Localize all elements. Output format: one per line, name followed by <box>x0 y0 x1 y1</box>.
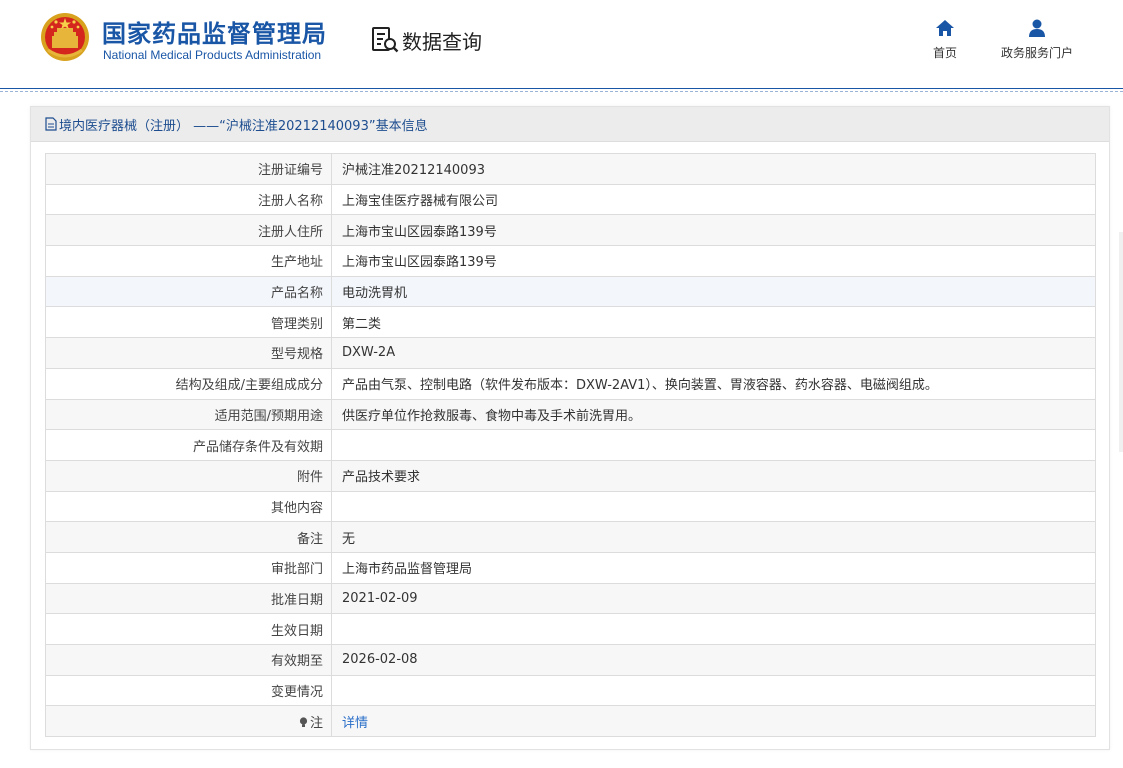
org-name-cn: 国家药品监督管理局 <box>102 20 327 48</box>
row-value: 电动洗胃机 <box>331 275 1096 308</box>
table-row: 产品名称 电动洗胃机 <box>45 275 1096 308</box>
row-label: 注 <box>309 715 323 731</box>
table-row: 其他内容 <box>45 490 1096 523</box>
table-row: 注册人住所 上海市宝山区园泰路139号 <box>45 214 1096 247</box>
table-row: 注册人名称 上海宝佳医疗器械有限公司 <box>45 183 1096 216</box>
row-value: 产品技术要求 <box>331 459 1096 492</box>
row-label: 备注 <box>45 521 332 553</box>
table-row: 审批部门 上海市药品监督管理局 <box>45 551 1096 584</box>
nav-service-portal-label: 政务服务门户 <box>1000 46 1073 60</box>
row-label: 型号规格 <box>45 337 332 369</box>
row-label: 生效日期 <box>45 613 332 645</box>
table-row: 管理类别 第二类 <box>45 306 1096 339</box>
row-label: 生产地址 <box>45 245 332 277</box>
row-label: 变更情况 <box>45 674 332 707</box>
table-row: 适用范围/预期用途 供医疗单位作抢救服毒、食物中毒及手术前洗胃用。 <box>45 398 1096 431</box>
panel-header: 境内医疗器械（注册） ——“沪械注准20212140093”基本信息 <box>31 107 1109 142</box>
table-row: 产品储存条件及有效期 <box>45 429 1096 461</box>
table-row: 型号规格 DXW-2A <box>45 337 1096 369</box>
row-value: 上海宝佳医疗器械有限公司 <box>331 183 1096 216</box>
nav-home-label: 首页 <box>932 46 957 60</box>
home-icon <box>936 20 954 36</box>
row-value: 2026-02-08 <box>331 644 1096 676</box>
row-label: 注册证编号 <box>45 153 332 185</box>
row-value <box>331 490 1096 523</box>
table-row: 注册证编号 沪械注准20212140093 <box>45 153 1096 185</box>
row-value: 产品由气泵、控制电路（软件发布版本：DXW-2AV1）、换向装置、胃液容器、药水… <box>331 367 1096 400</box>
detail-panel: 境内医疗器械（注册） ——“沪械注准20212140093”基本信息 注册证编号… <box>30 106 1110 750</box>
row-value: 上海市宝山区园泰路139号 <box>331 214 1096 247</box>
row-label: 注册人住所 <box>45 214 332 247</box>
site-header: 国家药品监督管理局 National Medical Products Admi… <box>0 0 1123 88</box>
document-icon <box>45 117 57 131</box>
row-value: 供医疗单位作抢救服毒、食物中毒及手术前洗胃用。 <box>331 398 1096 431</box>
row-value: 2021-02-09 <box>331 582 1096 615</box>
panel-title: 境内医疗器械（注册） ——“沪械注准20212140093”基本信息 <box>59 118 428 134</box>
scrollbar[interactable] <box>1119 232 1123 452</box>
row-value: DXW-2A <box>331 337 1096 369</box>
row-label: 批准日期 <box>45 582 332 615</box>
row-label: 附件 <box>45 459 332 492</box>
details-link[interactable]: 详情 <box>342 716 368 731</box>
row-label: 有效期至 <box>45 644 332 676</box>
row-value: 上海市宝山区园泰路139号 <box>331 245 1096 277</box>
table-row: 变更情况 <box>45 674 1096 707</box>
data-query-heading: 数据查询 <box>370 24 482 56</box>
row-label: 适用范围/预期用途 <box>45 398 332 431</box>
row-value: 沪械注准20212140093 <box>331 153 1096 185</box>
nav-home[interactable]: 首页 <box>924 18 966 61</box>
note-label-cell: 注 <box>45 705 332 738</box>
row-value: 第二类 <box>331 306 1096 339</box>
header-divider <box>0 88 1123 89</box>
row-label: 审批部门 <box>45 551 332 584</box>
row-label: 结构及组成/主要组成成分 <box>45 367 332 400</box>
info-table: 注册证编号 沪械注准20212140093 注册人名称 上海宝佳医疗器械有限公司 注… <box>45 153 1096 738</box>
user-icon <box>1029 19 1045 37</box>
row-label: 其他内容 <box>45 490 332 523</box>
row-value <box>331 613 1096 645</box>
row-value <box>331 429 1096 461</box>
org-name-en: National Medical Products Administration <box>103 48 322 62</box>
row-label: 产品名称 <box>45 275 332 308</box>
table-row: 备注无 <box>45 521 1096 553</box>
national-emblem-icon <box>41 13 89 61</box>
row-label: 产品储存条件及有效期 <box>45 429 332 461</box>
table-row: 结构及组成/主要组成成分 产品由气泵、控制电路（软件发布版本：DXW-2AV1）、… <box>45 367 1096 400</box>
lightbulb-icon <box>299 717 308 727</box>
table-row: 生产地址 上海市宝山区园泰路139号 <box>45 245 1096 277</box>
nav-service-portal[interactable]: 政务服务门户 <box>992 18 1082 61</box>
row-label: 注册人名称 <box>45 183 332 216</box>
document-search-icon <box>372 27 399 53</box>
table-row: 生效日期 <box>45 613 1096 645</box>
row-value: 上海市药品监督管理局 <box>331 551 1096 584</box>
table-row: 附件 产品技术要求 <box>45 459 1096 492</box>
row-value <box>331 674 1096 707</box>
row-value: 详情 <box>331 705 1096 738</box>
table-row: 批准日期 2021-02-09 <box>45 582 1096 615</box>
row-label: 管理类别 <box>45 306 332 339</box>
table-row: 有效期至 2026-02-08 <box>45 644 1096 676</box>
table-row: 注 详情 <box>45 705 1096 738</box>
row-value: 无 <box>331 521 1096 553</box>
header-divider-dashed <box>0 91 1123 92</box>
section-title: 数据查询 <box>402 29 482 54</box>
